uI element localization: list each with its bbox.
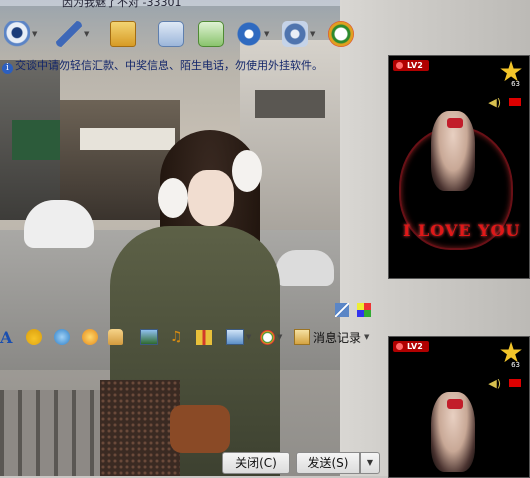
magic-face-icon — [54, 329, 70, 345]
smiley-icon — [26, 329, 42, 345]
chevron-down-icon: ▼ — [366, 458, 374, 467]
soso-icon — [328, 21, 354, 47]
voice-call-icon — [56, 21, 82, 47]
window-strip — [255, 90, 325, 118]
speaker-icon[interactable]: ◀) — [488, 96, 501, 109]
create-group-button[interactable] — [198, 18, 224, 50]
image-icon — [140, 329, 158, 345]
chat-toolbar: ▼ ▼ ▼ ▼ — [0, 18, 360, 52]
scooter-right — [276, 250, 334, 286]
person-face — [188, 170, 234, 226]
send-mail-button[interactable] — [158, 18, 184, 50]
soso-button[interactable] — [328, 18, 354, 50]
chevron-down-icon: ▼ — [310, 30, 316, 38]
show-avatar-panel-top[interactable]: LV2 ★ 63 ◀) I LOVE YOU — [388, 55, 530, 279]
music-icon: ♫ — [170, 329, 183, 345]
mute-indicator[interactable] — [509, 379, 521, 387]
music-button[interactable]: ♫ — [170, 328, 186, 346]
create-group-icon — [198, 21, 224, 47]
soso-search-button[interactable]: ▼ — [260, 328, 282, 346]
message-history-button[interactable]: 消息记录 ▼ — [294, 328, 369, 346]
screenshot-button[interactable]: ▼ — [226, 328, 251, 346]
chevron-down-icon: ▼ — [32, 30, 38, 38]
video-call-icon — [4, 21, 30, 47]
gift-icon — [196, 329, 212, 345]
voice-call-button[interactable]: ▼ — [56, 18, 89, 50]
send-file-icon — [110, 21, 136, 47]
earmuff-left — [158, 178, 188, 218]
close-button[interactable]: 关闭(C) — [222, 452, 290, 474]
send-file-button[interactable] — [110, 18, 136, 50]
title-bar: 因为我魅了不对 -33301 — [0, 0, 340, 9]
send-mail-icon — [158, 21, 184, 47]
font-button[interactable]: A — [0, 327, 13, 347]
star-count: 63 — [511, 80, 520, 88]
expand-icon[interactable] — [335, 303, 349, 317]
magic-emoticon-button[interactable] — [54, 328, 70, 346]
settings-icon — [282, 21, 308, 47]
chevron-down-icon: ▼ — [364, 333, 370, 341]
chevron-down-icon: ▼ — [277, 333, 283, 341]
send-button[interactable]: 发送(S) — [296, 452, 360, 474]
voice-message-button[interactable] — [108, 328, 123, 346]
shop-sign — [80, 128, 175, 150]
red-mask — [447, 399, 463, 409]
app-menu-button[interactable]: ▼ — [236, 18, 269, 50]
message-history-label: 消息记录 — [313, 330, 362, 345]
level-badge: LV2 — [393, 341, 429, 352]
green-awning — [12, 120, 60, 160]
color-palette-icon[interactable] — [357, 303, 371, 317]
emoticon-button[interactable] — [26, 328, 42, 346]
level-badge: LV2 — [393, 60, 429, 71]
show-avatar-panel-bottom[interactable]: LV2 ★ 63 ◀) — [388, 336, 530, 478]
gift-button[interactable] — [196, 328, 212, 346]
app-menu-icon — [236, 21, 262, 47]
speaker-icon[interactable]: ◀) — [488, 377, 501, 390]
send-image-button[interactable] — [140, 328, 158, 346]
send-options-button[interactable]: ▼ — [360, 452, 380, 474]
chevron-down-icon: ▼ — [246, 333, 252, 341]
person-skirt — [100, 380, 180, 476]
love-caption: I LOVE YOU — [403, 221, 521, 240]
red-mask — [447, 118, 463, 128]
thumbs-icon — [108, 329, 123, 345]
security-notice: i 交谈中请勿轻信汇款、中奖信息、陌生电话，勿使用外挂软件。 — [0, 58, 323, 74]
scooter-left — [24, 200, 94, 248]
chevron-down-icon: ▼ — [264, 30, 270, 38]
mute-indicator[interactable] — [509, 98, 521, 106]
screenshot-icon — [226, 329, 244, 345]
settings-button[interactable]: ▼ — [282, 18, 315, 50]
chevron-down-icon: ▼ — [84, 30, 90, 38]
star-count: 63 — [511, 361, 520, 369]
earmuff-right — [232, 150, 262, 192]
window-title: 因为我魅了不对 -33301 — [62, 0, 182, 9]
input-toolbar: A ♫ ▼ ▼ 消息记录 ▼ — [0, 327, 380, 349]
security-notice-text: 交谈中请勿轻信汇款、中奖信息、陌生电话，勿使用外挂软件。 — [15, 59, 323, 72]
shake-button[interactable] — [82, 328, 98, 346]
history-icon — [294, 329, 310, 345]
shake-icon — [82, 329, 98, 345]
video-call-button[interactable]: ▼ — [4, 18, 37, 50]
info-icon: i — [2, 63, 13, 74]
soso-small-icon — [260, 329, 275, 345]
font-icon: A — [0, 327, 13, 347]
handbag — [170, 405, 230, 453]
